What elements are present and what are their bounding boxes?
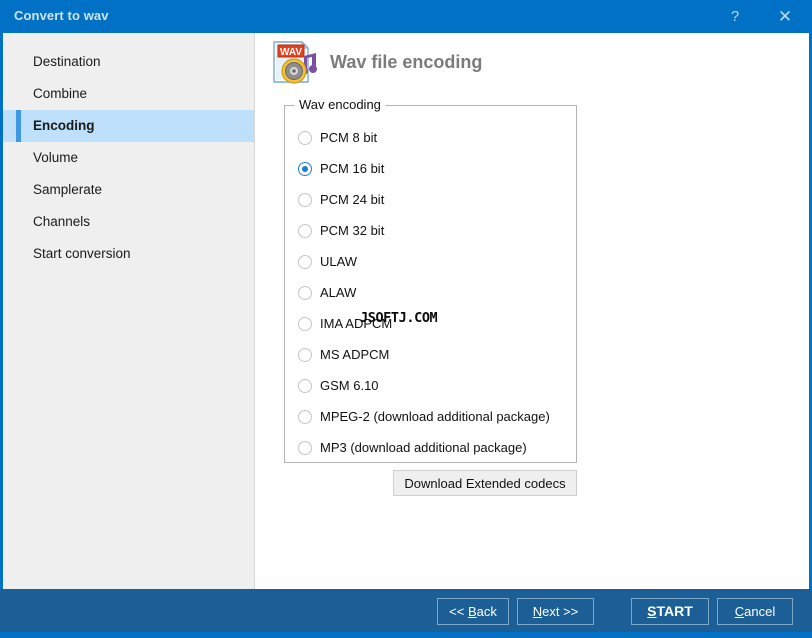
back-label-pre: << — [449, 604, 468, 619]
convert-to-wav-window: Convert to wav ? ✕ Destination Combine E… — [0, 0, 812, 638]
radio-icon — [298, 317, 312, 331]
window-title: Convert to wav — [14, 8, 109, 23]
wav-file-icon: WAV — [268, 38, 320, 88]
radio-label: GSM 6.10 — [320, 378, 379, 393]
sidebar-item-label: Samplerate — [33, 182, 102, 197]
radio-icon — [298, 286, 312, 300]
start-label-post: TART — [657, 603, 693, 619]
radio-icon — [298, 255, 312, 269]
wav-encoding-groupbox: Wav encoding PCM 8 bit PCM 16 bit PCM 24… — [284, 105, 577, 463]
radio-label: MS ADPCM — [320, 347, 389, 362]
cancel-accel: C — [735, 604, 744, 619]
radio-option-pcm-32-bit[interactable]: PCM 32 bit — [285, 215, 576, 246]
radio-option-alaw[interactable]: ALAW — [285, 277, 576, 308]
radio-icon — [298, 441, 312, 455]
wizard-sidebar: Destination Combine Encoding Volume Samp… — [3, 33, 255, 592]
radio-icon — [298, 410, 312, 424]
cancel-label-post: ancel — [744, 604, 775, 619]
download-extended-codecs-button[interactable]: Download Extended codecs — [393, 470, 577, 496]
radio-option-pcm-16-bit[interactable]: PCM 16 bit — [285, 153, 576, 184]
radio-option-mp3[interactable]: MP3 (download additional package) — [285, 432, 576, 463]
radio-option-ima-adpcm[interactable]: IMA ADPCM JSOFTJ.COM — [285, 308, 576, 339]
cancel-button[interactable]: Cancel — [717, 598, 793, 625]
radio-option-mpeg-2[interactable]: MPEG-2 (download additional package) — [285, 401, 576, 432]
sidebar-item-destination[interactable]: Destination — [3, 46, 254, 78]
back-accel: B — [468, 604, 477, 619]
sidebar-item-start-conversion[interactable]: Start conversion — [3, 238, 254, 270]
back-button[interactable]: << Back — [437, 598, 509, 625]
radio-option-pcm-8-bit[interactable]: PCM 8 bit — [285, 122, 576, 153]
radio-icon — [298, 348, 312, 362]
radio-label: PCM 8 bit — [320, 130, 377, 145]
radio-icon — [298, 379, 312, 393]
sidebar-item-label: Destination — [33, 54, 101, 69]
svg-text:WAV: WAV — [280, 47, 302, 58]
wizard-footer: << Back Next >> START Cancel — [0, 589, 812, 635]
radio-icon-selected — [298, 162, 312, 176]
sidebar-item-samplerate[interactable]: Samplerate — [3, 174, 254, 206]
sidebar-item-label: Start conversion — [33, 246, 131, 261]
page-title: Wav file encoding — [330, 52, 482, 73]
sidebar-item-label: Encoding — [33, 118, 95, 133]
close-icon[interactable]: ✕ — [762, 0, 808, 33]
sidebar-item-label: Channels — [33, 214, 90, 229]
content-pane: WAV Wav file encoding Wav encoding PCM 8… — [256, 33, 809, 592]
radio-icon — [298, 131, 312, 145]
sidebar-item-channels[interactable]: Channels — [3, 206, 254, 238]
radio-label: ULAW — [320, 254, 357, 269]
radio-option-ms-adpcm[interactable]: MS ADPCM — [285, 339, 576, 370]
radio-label: PCM 32 bit — [320, 223, 384, 238]
radio-option-pcm-24-bit[interactable]: PCM 24 bit — [285, 184, 576, 215]
radio-label: MPEG-2 (download additional package) — [320, 409, 550, 424]
next-button[interactable]: Next >> — [517, 598, 594, 625]
radio-icon — [298, 224, 312, 238]
groupbox-legend: Wav encoding — [295, 97, 385, 112]
radio-icon — [298, 193, 312, 207]
next-label-post: ext >> — [542, 604, 578, 619]
sidebar-item-encoding[interactable]: Encoding — [3, 110, 254, 142]
next-accel: N — [533, 604, 542, 619]
help-icon[interactable]: ? — [712, 0, 758, 33]
radio-label: PCM 24 bit — [320, 192, 384, 207]
sidebar-item-combine[interactable]: Combine — [3, 78, 254, 110]
title-bar: Convert to wav ? ✕ — [0, 0, 812, 33]
back-label-post: ack — [477, 604, 497, 619]
radio-option-gsm-610[interactable]: GSM 6.10 — [285, 370, 576, 401]
sidebar-item-volume[interactable]: Volume — [3, 142, 254, 174]
radio-option-ulaw[interactable]: ULAW — [285, 246, 576, 277]
encoding-radio-group: PCM 8 bit PCM 16 bit PCM 24 bit PCM 32 b… — [285, 122, 576, 463]
radio-label: MP3 (download additional package) — [320, 440, 527, 455]
sidebar-item-label: Combine — [33, 86, 87, 101]
start-accel: S — [647, 603, 656, 619]
radio-label: ALAW — [320, 285, 356, 300]
radio-label: PCM 16 bit — [320, 161, 384, 176]
radio-label: IMA ADPCM — [320, 316, 392, 331]
sidebar-item-label: Volume — [33, 150, 78, 165]
start-button[interactable]: START — [631, 598, 709, 625]
